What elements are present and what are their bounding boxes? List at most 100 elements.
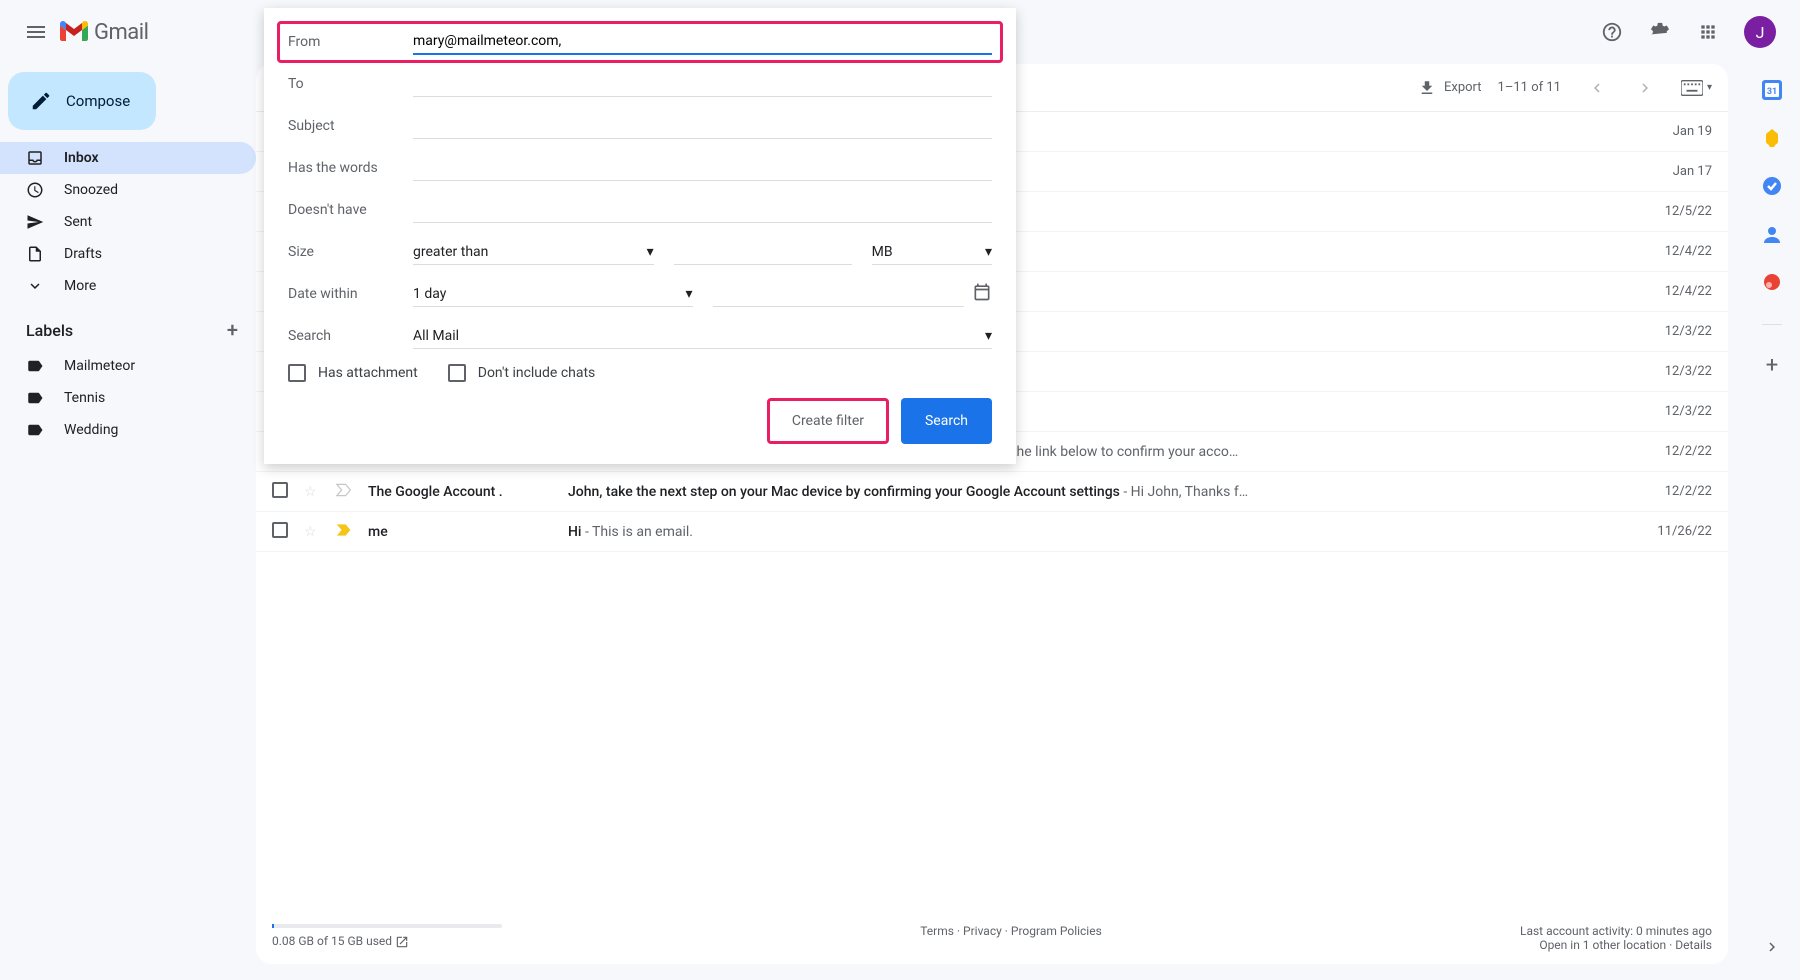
star-button[interactable]: ☆ [304,524,324,540]
filter-size-unit-select[interactable]: MB▾ [872,240,992,265]
dropdown-icon: ▾ [985,244,992,260]
open-in-new-icon[interactable] [395,935,409,949]
sidebar-item-label: Sent [64,214,92,230]
get-addons-button[interactable]: + [1766,353,1778,378]
email-date: Jan 17 [1632,164,1712,179]
filter-from-input[interactable] [413,29,992,55]
sidebar-item-snoozed[interactable]: Snoozed [0,174,256,206]
sidebar-item-label: Snoozed [64,182,118,198]
email-date: Jan 19 [1632,124,1712,139]
filter-search-scope-select[interactable]: All Mail▾ [413,324,992,349]
sidebar-item-sent[interactable]: Sent [0,206,256,238]
filter-search-label: Search [288,328,413,344]
email-subject: Hi - This is an email. [568,524,1632,540]
calendar-icon[interactable] [972,282,992,306]
label-item-label: Tennis [64,390,105,406]
star-button[interactable]: ☆ [304,484,324,500]
storage-text: 0.08 GB of 15 GB used [272,934,502,949]
calendar-app-icon[interactable]: 31 [1762,80,1782,104]
sidebar-item-label: Drafts [64,246,102,262]
filter-to-input[interactable] [413,72,992,97]
policies-link[interactable]: Program Policies [1011,924,1102,938]
email-subject: John, take the next step on your Mac dev… [568,484,1632,500]
pager-next-button[interactable] [1625,68,1665,108]
export-button[interactable]: Export [1418,79,1482,97]
importance-marker[interactable] [336,523,356,541]
filter-size-op-select[interactable]: greater than▾ [413,240,654,265]
download-icon [1418,79,1436,97]
highlight-from-field: From [277,21,1003,63]
filter-date-input[interactable] [713,282,965,307]
sidebar-item-more[interactable]: More [0,270,256,302]
email-date: 12/3/22 [1632,324,1712,339]
chevron-left-icon [1588,79,1606,97]
expand-icon [26,277,46,295]
email-row[interactable]: ☆ me Hi - This is an email. 11/26/22 [256,512,1728,552]
privacy-link[interactable]: Privacy [963,924,1002,938]
email-checkbox[interactable] [272,482,292,502]
help-icon [1601,21,1623,43]
tasks-app-icon[interactable] [1762,176,1782,200]
pager-prev-button[interactable] [1577,68,1617,108]
filter-nothave-input[interactable] [413,198,992,223]
location-text[interactable]: Open in 1 other location · Details [1520,938,1712,952]
dropdown-icon: ▾ [1707,82,1712,93]
email-checkbox[interactable] [272,522,292,542]
gmail-logo[interactable]: Gmail [60,20,148,45]
filter-date-within-select[interactable]: 1 day▾ [413,282,693,307]
create-filter-button[interactable]: Create filter [772,403,884,439]
sidebar-item-drafts[interactable]: Drafts [0,238,256,270]
main-menu-button[interactable] [16,12,56,52]
filter-date-label: Date within [288,286,413,302]
add-label-button[interactable]: + [227,318,238,342]
account-avatar[interactable]: J [1744,16,1776,48]
filter-has-attachment-checkbox[interactable]: Has attachment [288,364,418,382]
chevron-right-icon [1636,79,1654,97]
apps-grid-icon [1698,22,1718,42]
terms-link[interactable]: Terms [920,924,954,938]
keep-app-icon[interactable] [1762,128,1782,152]
input-tools-button[interactable]: ▾ [1681,80,1712,96]
pager-text: 1–11 of 11 [1498,80,1561,95]
support-button[interactable] [1592,12,1632,52]
settings-button[interactable] [1640,12,1680,52]
filter-haswords-input[interactable] [413,156,992,181]
importance-marker[interactable] [336,483,356,501]
label-icon [26,421,46,439]
contacts-app-icon[interactable] [1762,224,1782,248]
label-item-tennis[interactable]: Tennis [0,382,256,414]
label-icon [26,389,46,407]
side-panel-toggle[interactable] [1763,938,1781,960]
compose-button[interactable]: Compose [8,72,156,130]
gmail-logo-icon [60,21,88,43]
email-sender: The Google Account . [368,484,568,500]
search-button[interactable]: Search [901,398,992,444]
email-date: 12/5/22 [1632,204,1712,219]
filter-no-chats-checkbox[interactable]: Don't include chats [448,364,596,382]
header: Gmail From To [0,0,1800,64]
dropdown-icon: ▾ [685,286,692,302]
filter-size-value-input[interactable] [674,240,852,265]
label-item-mailmeteor[interactable]: Mailmeteor [0,350,256,382]
sidebar: Compose Inbox Snoozed Sent Drafts More Label… [0,64,256,980]
footer: 0.08 GB of 15 GB used Terms · Privacy · … [256,912,1728,964]
filter-haswords-label: Has the words [288,160,413,176]
email-date: 12/2/22 [1632,444,1712,459]
gear-icon [1649,21,1671,43]
label-item-wedding[interactable]: Wedding [0,414,256,446]
sidebar-item-inbox[interactable]: Inbox [0,142,256,174]
inbox-icon [26,149,46,167]
label-item-label: Wedding [64,422,118,438]
apps-button[interactable] [1688,12,1728,52]
email-row[interactable]: ☆ The Google Account . John, take the ne… [256,472,1728,512]
labels-header: Labels + [0,302,256,350]
filter-nothave-label: Doesn't have [288,202,413,218]
filter-to-label: To [288,76,413,92]
clock-icon [26,181,46,199]
addon-app-icon[interactable] [1762,272,1782,296]
filter-size-label: Size [288,244,413,260]
svg-text:31: 31 [1767,87,1777,97]
compose-label: Compose [66,92,130,110]
activity-text: Last account activity: 0 minutes ago [1520,924,1712,938]
filter-subject-input[interactable] [413,114,992,139]
